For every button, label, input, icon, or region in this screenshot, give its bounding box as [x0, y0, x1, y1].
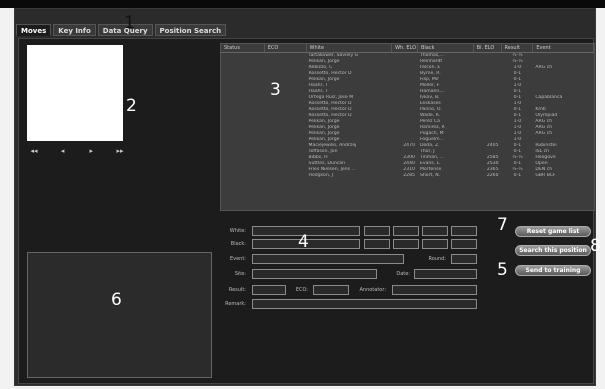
column-header-eco[interactable]: ECO	[265, 44, 307, 52]
tab-moves[interactable]: Moves	[16, 24, 52, 36]
table-cell: GBR BCF	[535, 173, 556, 178]
column-header-event[interactable]: Event	[533, 44, 594, 52]
table-cell: 0-1	[513, 173, 522, 178]
annotator-label: Annotator:	[359, 287, 386, 293]
reset-game-list-button[interactable]: Reset game list	[515, 226, 591, 237]
game-preview-panel	[27, 252, 212, 378]
chess-board[interactable]	[27, 45, 123, 141]
table-row[interactable]: Hodgson, J 2285 Short, N. 2260 0-1 GBR BCF	[221, 173, 594, 179]
date-field[interactable]	[414, 269, 477, 279]
site-field[interactable]	[252, 269, 377, 279]
site-label: Site:	[234, 271, 246, 277]
eco-field[interactable]	[313, 285, 349, 295]
white-elo-field[interactable]	[364, 226, 390, 236]
table-cell	[265, 173, 307, 179]
remark-label: Remark:	[225, 301, 246, 307]
callout-4: 4	[298, 232, 309, 252]
white-title-field[interactable]	[393, 226, 419, 236]
callout-6: 6	[111, 290, 122, 310]
black-elo-field[interactable]	[364, 239, 390, 249]
callout-3: 3	[270, 80, 281, 100]
event-label: Event:	[229, 256, 246, 262]
tab-position-search[interactable]: Position Search	[154, 24, 227, 36]
eco-label: ECO:	[295, 287, 308, 293]
black-label: Black:	[230, 241, 246, 247]
search-position-button[interactable]: Search this position	[515, 245, 591, 256]
column-header-black-elo[interactable]: Bl. ELO	[474, 44, 502, 52]
callout-5: 5	[497, 260, 508, 280]
remark-field[interactable]	[252, 299, 477, 309]
white-team-field[interactable]	[422, 226, 448, 236]
column-header-status[interactable]: Status	[221, 44, 265, 52]
table-cell: 2285	[403, 173, 415, 178]
top-bar	[0, 0, 605, 8]
tab-bar: Moves Key Info Data Query Position Searc…	[16, 24, 227, 39]
table-cell: Hodgson, J	[308, 173, 334, 178]
round-field[interactable]	[451, 254, 477, 264]
next-move-button[interactable]: ▸	[84, 147, 98, 155]
last-move-button[interactable]: ▸▸	[113, 147, 127, 155]
tab-key-info[interactable]: Key Info	[53, 24, 96, 36]
date-label: Date:	[396, 271, 410, 277]
column-header-result[interactable]: Result	[502, 44, 534, 52]
app-window: Moves Key Info Data Query Position Searc…	[0, 0, 605, 389]
result-field[interactable]	[252, 285, 286, 295]
annotator-field[interactable]	[392, 285, 477, 295]
table-cell: 2260	[486, 173, 499, 178]
white-label: White:	[229, 228, 246, 234]
table-cell: Short, N.	[419, 173, 441, 178]
black-title-field[interactable]	[393, 239, 419, 249]
callout-2: 2	[126, 96, 137, 116]
callout-8: 8	[590, 236, 601, 256]
table-cell	[221, 173, 265, 179]
game-list-table[interactable]: Status ECO White Wh. ELO Black Bl. ELO R…	[220, 43, 595, 211]
column-header-white[interactable]: White	[307, 44, 393, 52]
send-to-training-button[interactable]: Send to training	[515, 265, 591, 276]
white-fide-field[interactable]	[451, 226, 477, 236]
round-label: Round:	[428, 256, 446, 262]
black-team-field[interactable]	[422, 239, 448, 249]
callout-7: 7	[497, 215, 508, 235]
callout-1: 1	[124, 13, 135, 33]
table-body: Tartakower, Saviely G Thomas,... ½-½ Pelika…	[221, 53, 594, 179]
column-header-black[interactable]: Black	[418, 44, 474, 52]
move-navigation: ◂◂ ◂ ▸ ▸▸	[27, 147, 127, 155]
event-field[interactable]	[252, 254, 404, 264]
black-fide-field[interactable]	[451, 239, 477, 249]
result-label: Result:	[228, 287, 246, 293]
column-header-white-elo[interactable]: Wh. ELO	[392, 44, 418, 52]
table-header: Status ECO White Wh. ELO Black Bl. ELO R…	[221, 44, 594, 53]
previous-move-button[interactable]: ◂	[56, 147, 70, 155]
first-move-button[interactable]: ◂◂	[27, 147, 41, 155]
